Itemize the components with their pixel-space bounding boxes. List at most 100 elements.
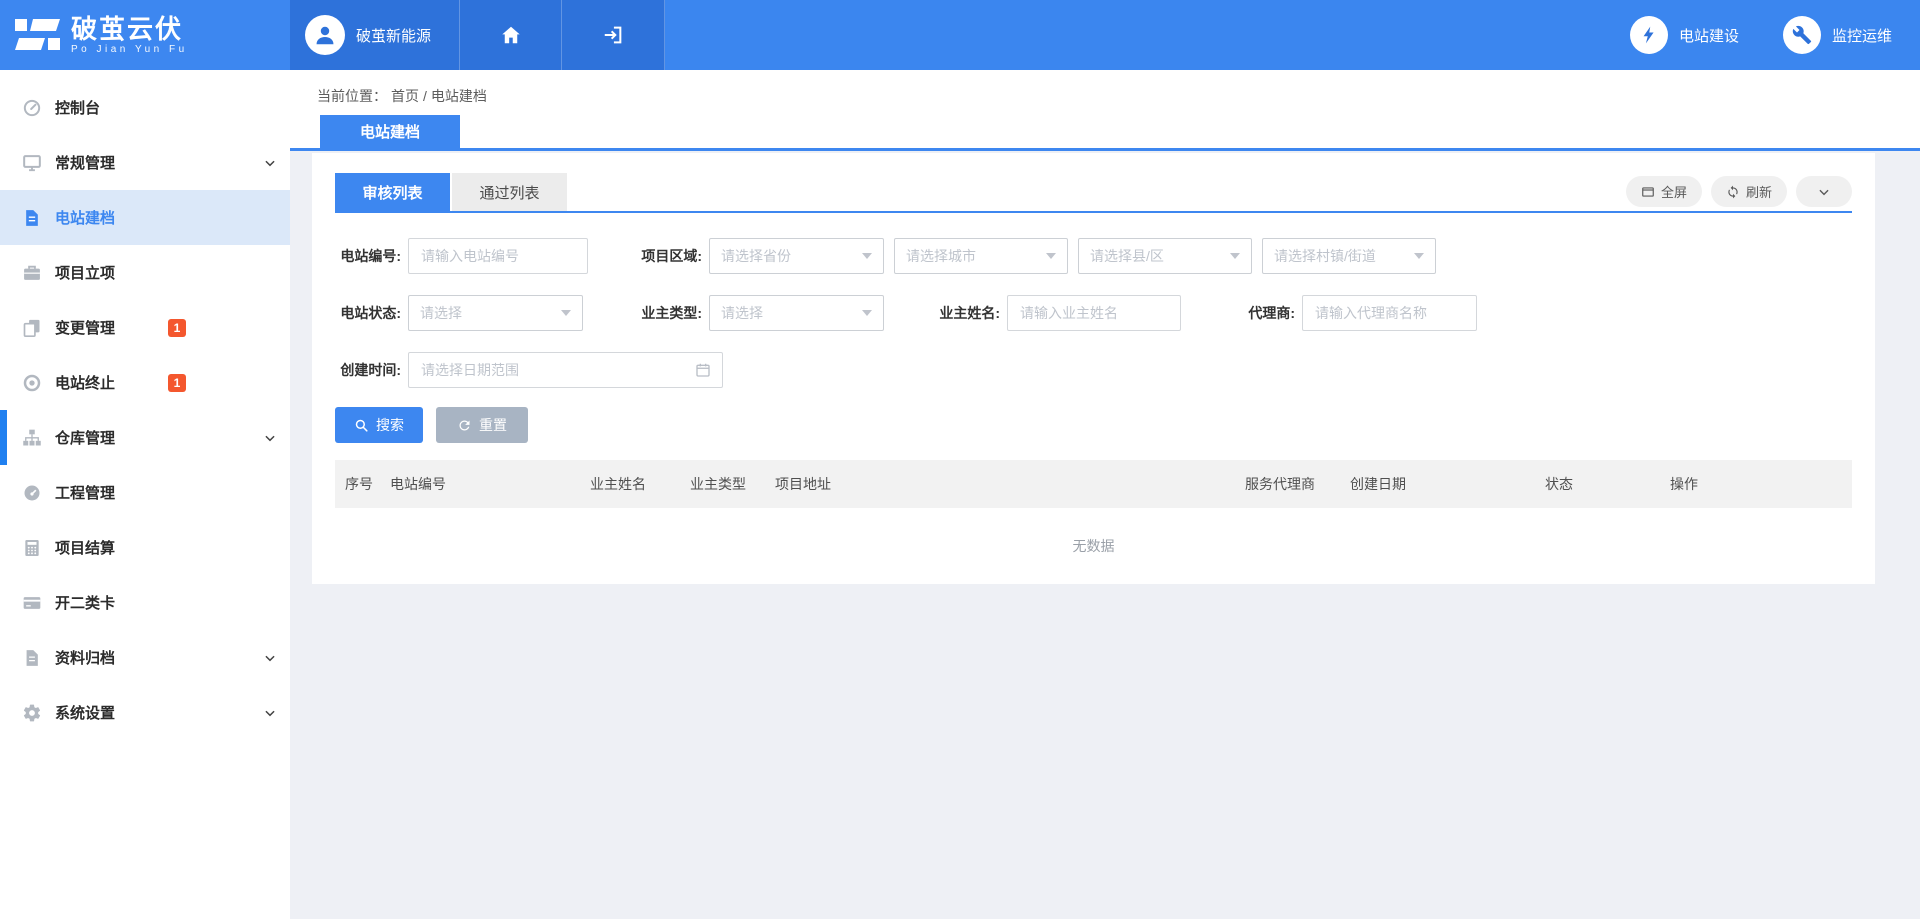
notification-badge: 1	[168, 319, 186, 337]
dashboard-icon	[22, 98, 42, 118]
panel-tabs: 审核列表 通过列表	[335, 173, 567, 211]
brand-mark-icon	[15, 19, 61, 51]
province-select[interactable]: 请选择省份	[709, 238, 884, 274]
window-icon	[1641, 185, 1655, 199]
sidebar-item-project-initiation[interactable]: 项目立项	[0, 245, 290, 300]
refresh-button[interactable]: 刷新	[1711, 176, 1787, 207]
tab-passed-list[interactable]: 通过列表	[452, 173, 567, 211]
home-button[interactable]	[460, 0, 562, 70]
tab-review-list[interactable]: 审核列表	[335, 173, 450, 211]
tab-underline	[290, 148, 1920, 151]
filter-agent: 代理商:	[1243, 295, 1477, 331]
search-button[interactable]: 搜索	[335, 407, 423, 443]
user-menu[interactable]: 破茧新能源	[290, 0, 460, 70]
sidebar: 控制台 常规管理 电站建档 项目立项 变更管理 1 电站终止 1	[0, 70, 290, 919]
col-owner-name: 业主姓名	[580, 474, 680, 494]
sidebar-item-warehouse-mgmt[interactable]: 仓库管理	[0, 410, 290, 465]
sidebar-item-console[interactable]: 控制台	[0, 80, 290, 135]
col-index: 序号	[335, 474, 380, 494]
logout-button[interactable]	[562, 0, 665, 70]
page-tab-station-archive[interactable]: 电站建档	[320, 115, 460, 148]
sidebar-item-change-mgmt[interactable]: 变更管理 1	[0, 300, 290, 355]
table-empty-state: 无数据	[335, 508, 1852, 584]
brand-title: 破茧云伏	[71, 15, 188, 43]
breadcrumb-current: 电站建档	[431, 88, 487, 104]
dropdown-caret-icon	[862, 310, 872, 316]
refresh-icon	[1726, 185, 1740, 199]
chevron-down-icon	[263, 706, 277, 720]
sidebar-item-station-archive[interactable]: 电站建档	[0, 190, 290, 245]
sidebar-item-label: 常规管理	[55, 152, 115, 173]
search-label: 搜索	[376, 415, 404, 435]
briefcase-icon	[22, 263, 42, 283]
col-service-agent: 服务代理商	[1235, 474, 1340, 494]
station-status-placeholder: 请选择	[420, 303, 462, 323]
person-icon	[312, 22, 338, 48]
panel-header: 审核列表 通过列表 全屏 刷新	[335, 153, 1852, 213]
fullscreen-button[interactable]: 全屏	[1626, 176, 1702, 207]
filter-row-2: 电站状态: 请选择 业主类型: 请选择 业主姓名: 代理商:	[335, 295, 1852, 331]
calendar-icon[interactable]	[695, 362, 711, 378]
town-select[interactable]: 请选择村镇/街道	[1262, 238, 1436, 274]
sidebar-item-label: 系统设置	[55, 702, 115, 723]
sidebar-item-general-mgmt[interactable]: 常规管理	[0, 135, 290, 190]
gauge-icon	[22, 483, 42, 503]
target-icon	[22, 373, 42, 393]
owner-name-input[interactable]	[1007, 295, 1181, 331]
pages-icon	[22, 318, 42, 338]
filter-owner-name: 业主姓名:	[934, 295, 1181, 331]
bank-card-icon	[22, 593, 42, 613]
filter-owner-type: 业主类型: 请选择	[636, 295, 884, 331]
sidebar-item-project-settlement[interactable]: 项目结算	[0, 520, 290, 575]
breadcrumb: 当前位置：首页/电站建档	[317, 86, 491, 106]
sidebar-item-open-card[interactable]: 开二类卡	[0, 575, 290, 630]
reset-label: 重置	[479, 415, 507, 435]
dropdown-caret-icon	[862, 253, 872, 259]
agent-input[interactable]	[1302, 295, 1477, 331]
county-placeholder: 请选择县/区	[1090, 246, 1164, 266]
breadcrumb-home-link[interactable]: 首页	[391, 88, 419, 104]
city-placeholder: 请选择城市	[906, 246, 976, 266]
chevron-down-icon	[263, 431, 277, 445]
reset-button[interactable]: 重置	[436, 407, 528, 443]
header-modules: 电站建设 监控运维	[1630, 0, 1920, 70]
sidebar-item-data-archive[interactable]: 资料归档	[0, 630, 290, 685]
module-label: 监控运维	[1832, 25, 1892, 46]
table-header-row: 序号 电站编号 业主姓名 业主类型 项目地址 服务代理商 创建日期 状态 操作	[335, 460, 1852, 508]
county-select[interactable]: 请选择县/区	[1078, 238, 1252, 274]
station-status-label: 电站状态:	[335, 303, 408, 323]
sitemap-icon	[22, 428, 42, 448]
filter-created-time: 创建时间:	[335, 352, 723, 388]
sidebar-item-label: 控制台	[55, 97, 100, 118]
filter-station-no: 电站编号:	[335, 238, 588, 274]
dropdown-caret-icon	[1046, 253, 1056, 259]
user-name: 破茧新能源	[356, 25, 431, 46]
sidebar-item-label: 资料归档	[55, 647, 115, 668]
chevron-down-icon	[1817, 185, 1831, 199]
brand-logo: 破茧云伏 Po Jian Yun Fu	[0, 0, 290, 70]
region-label: 项目区域:	[636, 246, 709, 266]
filter-row-3: 创建时间:	[335, 352, 1852, 388]
module-monitor-ops[interactable]: 监控运维	[1783, 16, 1892, 54]
sidebar-item-system-settings[interactable]: 系统设置	[0, 685, 290, 740]
filter-region: 项目区域: 请选择省份 请选择城市 请选择县/区 请选择村镇/街道	[636, 238, 1436, 274]
refresh-label: 刷新	[1746, 182, 1772, 201]
sidebar-item-station-termination[interactable]: 电站终止 1	[0, 355, 290, 410]
brand-subtitle: Po Jian Yun Fu	[71, 44, 188, 55]
city-select[interactable]: 请选择城市	[894, 238, 1068, 274]
module-station-build[interactable]: 电站建设	[1630, 16, 1739, 54]
station-status-select[interactable]: 请选择	[408, 295, 583, 331]
province-placeholder: 请选择省份	[721, 246, 791, 266]
wrench-icon	[1783, 16, 1821, 54]
station-no-input[interactable]	[408, 238, 588, 274]
chevron-down-icon	[263, 156, 277, 170]
owner-type-select[interactable]: 请选择	[709, 295, 884, 331]
panel-toolbar: 全屏 刷新	[1626, 176, 1852, 207]
date-range-input[interactable]	[408, 352, 723, 388]
sidebar-item-label: 变更管理	[55, 317, 115, 338]
col-project-address: 项目地址	[765, 474, 1235, 494]
sidebar-item-engineering-mgmt[interactable]: 工程管理	[0, 465, 290, 520]
created-time-label: 创建时间:	[335, 360, 408, 380]
collapse-button[interactable]	[1796, 176, 1852, 207]
module-label: 电站建设	[1679, 25, 1739, 46]
